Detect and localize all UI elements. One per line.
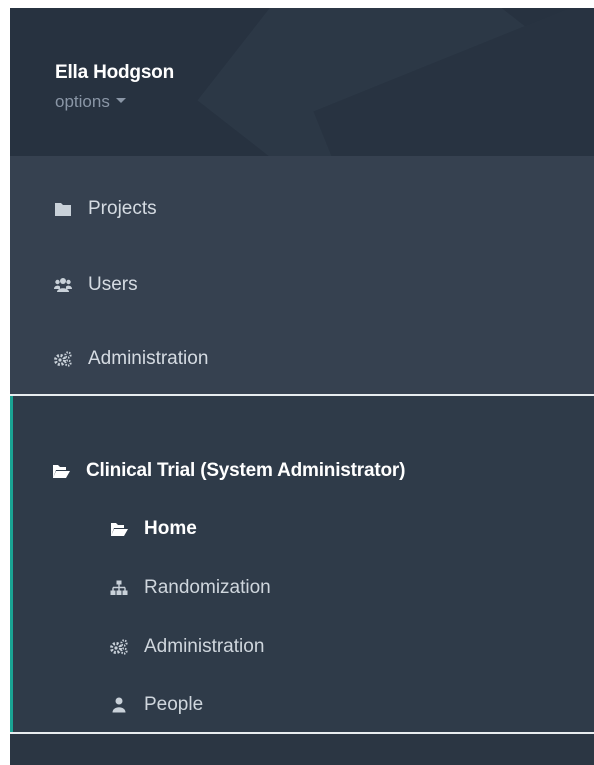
project-item-home[interactable]: Home: [110, 514, 197, 544]
project-title: Clinical Trial (System Administrator): [86, 460, 406, 481]
folder-icon: [54, 201, 72, 217]
project-item-people[interactable]: People: [110, 690, 203, 720]
nav-item-label: Administration: [88, 348, 209, 369]
project-item-label: Administration: [144, 636, 265, 657]
profile-options-label: options: [55, 92, 110, 111]
nav-item-label: Projects: [88, 198, 157, 219]
nav-item-administration[interactable]: Administration: [10, 337, 594, 381]
cogs-icon: [54, 351, 72, 367]
user-icon: [110, 697, 128, 713]
project-item-label: People: [144, 694, 204, 715]
nav-item-projects[interactable]: Projects: [10, 187, 594, 231]
folder-open-icon: [52, 463, 70, 479]
project-item-label: Home: [144, 518, 197, 539]
nav-item-label: Users: [88, 274, 138, 295]
project-item-randomization[interactable]: Randomization: [110, 573, 271, 603]
profile-options-dropdown[interactable]: options: [55, 92, 126, 112]
sitemap-icon: [110, 580, 128, 596]
profile-header: Ella Hodgson options: [10, 8, 594, 156]
caret-down-icon: [115, 98, 126, 104]
nav-item-users[interactable]: Users: [10, 263, 594, 307]
users-icon: [54, 277, 72, 293]
profile-name: Ella Hodgson: [55, 62, 174, 83]
main-nav: Projects Users Administration: [10, 156, 594, 394]
cogs-icon: [110, 639, 128, 655]
sidebar-footer: [10, 734, 594, 765]
project-item-administration[interactable]: Administration: [110, 632, 264, 662]
project-title-item[interactable]: Clinical Trial (System Administrator): [52, 456, 405, 486]
sidebar: Ella Hodgson options Projects Users Admi…: [10, 8, 594, 765]
active-accent-bar: [10, 396, 13, 732]
project-item-label: Randomization: [144, 577, 271, 598]
folder-open-icon: [110, 521, 128, 537]
project-section: Clinical Trial (System Administrator) Ho…: [10, 396, 594, 732]
